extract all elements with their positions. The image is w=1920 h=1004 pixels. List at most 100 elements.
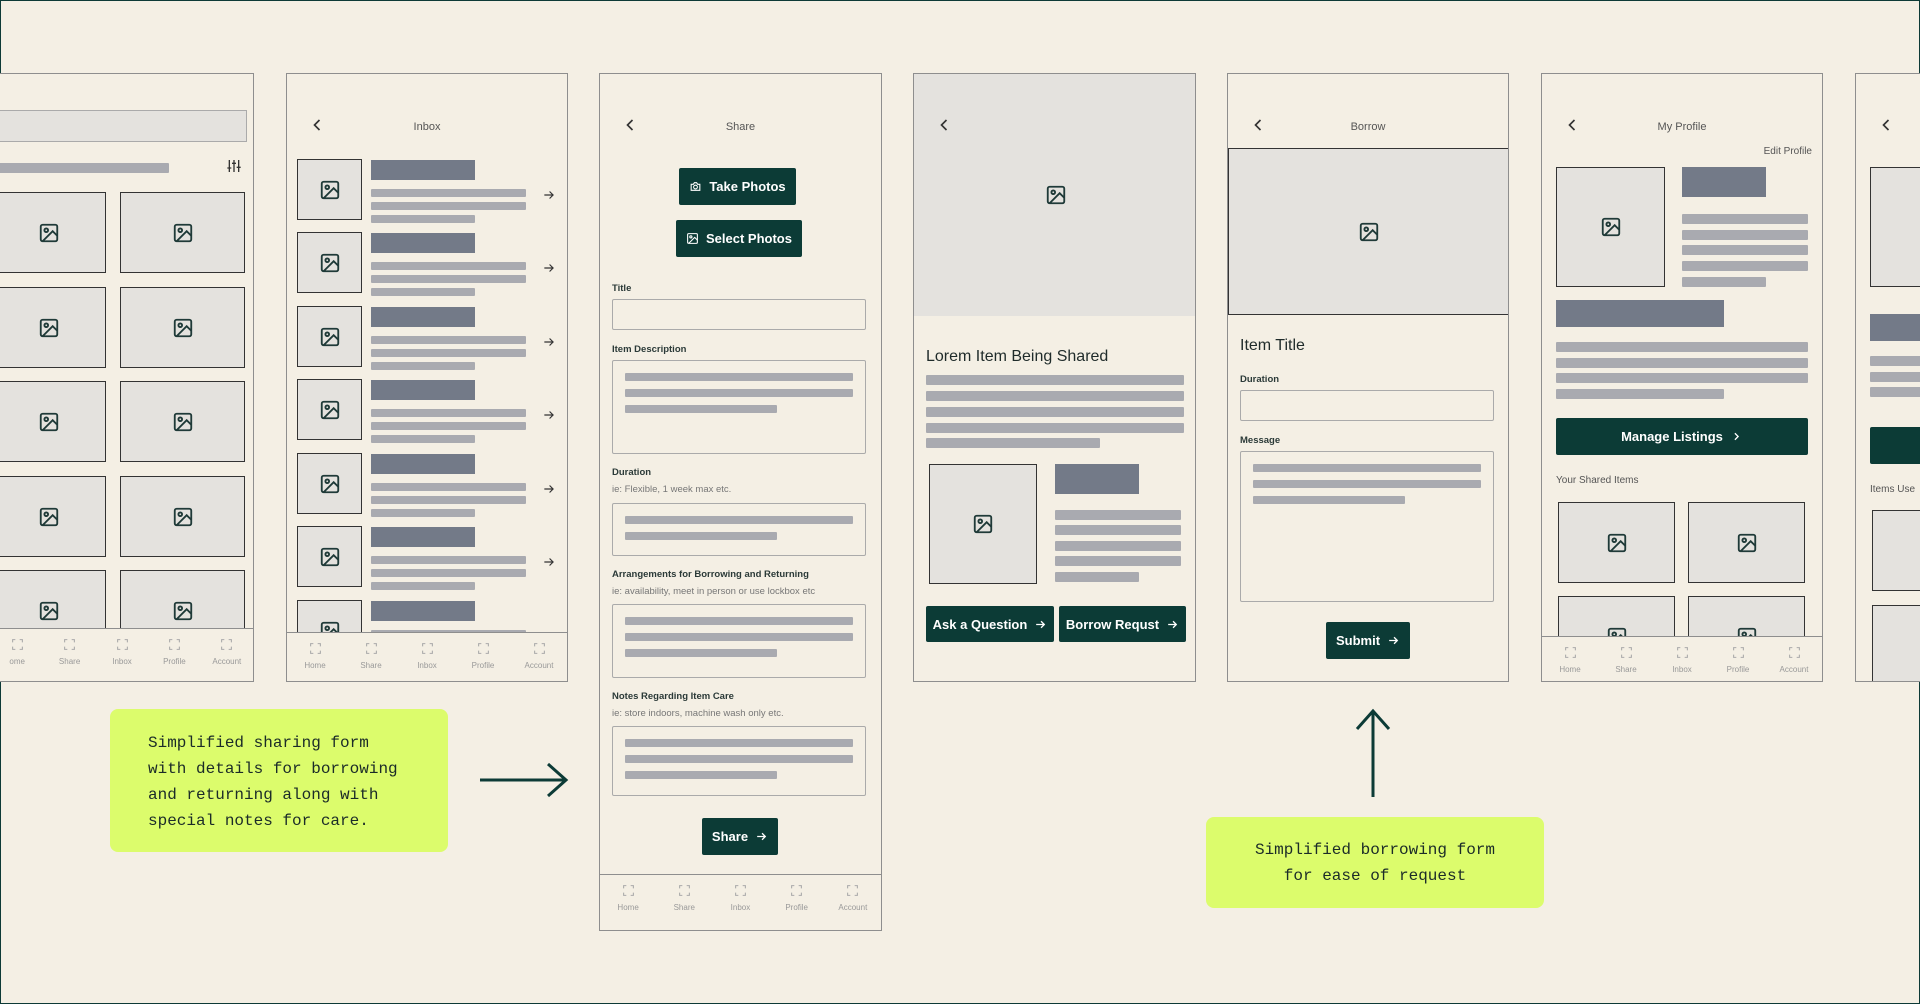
arrow-right-icon[interactable] <box>542 188 556 202</box>
grid-item-image[interactable] <box>0 287 106 368</box>
item-care-input[interactable] <box>612 726 866 796</box>
take-photos-button[interactable]: Take Photos <box>679 168 796 205</box>
grid-item-image[interactable] <box>120 381 245 462</box>
shared-item-image[interactable] <box>1558 502 1675 583</box>
tab-profile[interactable]: Profile <box>1711 637 1766 681</box>
image-icon <box>319 399 341 421</box>
arrow-right-icon[interactable] <box>542 261 556 275</box>
text-line <box>625 739 853 747</box>
tab-label: Profile <box>785 903 808 912</box>
image-icon <box>319 252 341 274</box>
grid-item-image[interactable] <box>120 476 245 557</box>
arrow-right-icon[interactable] <box>542 555 556 569</box>
grid-item-image[interactable] <box>0 381 106 462</box>
grid-item-image[interactable] <box>0 476 106 557</box>
item-image[interactable] <box>1872 605 1920 681</box>
ask-question-button[interactable]: Ask a Question <box>926 606 1054 642</box>
tab-label: Account <box>838 903 868 912</box>
submit-button[interactable]: Submit <box>1326 622 1410 659</box>
text-line <box>625 649 777 657</box>
tab-home[interactable]: Home <box>601 875 656 930</box>
duration-input[interactable] <box>1240 390 1494 421</box>
borrow-request-button[interactable]: Borrow Requst <box>1059 606 1186 642</box>
image-icon <box>686 232 699 245</box>
hero-image[interactable] <box>914 74 1195 316</box>
duration-input[interactable] <box>612 503 866 556</box>
grid-item-image[interactable] <box>120 287 245 368</box>
tab-icon <box>63 638 76 651</box>
tab-icon <box>1676 646 1689 659</box>
arrow-right-icon[interactable] <box>542 335 556 349</box>
message-input[interactable] <box>1240 451 1494 602</box>
tab-inbox[interactable]: Inbox <box>1655 637 1710 681</box>
owner-image[interactable] <box>929 464 1037 584</box>
arrow-right-icon[interactable] <box>542 482 556 496</box>
note-line: for ease of request <box>1283 867 1467 885</box>
profile-name-bar <box>1682 167 1766 197</box>
inbox-row[interactable] <box>287 526 568 590</box>
message-thumbnail <box>297 232 362 293</box>
share-screen: Share Take Photos Select Photos Title It… <box>599 73 882 931</box>
manage-listings-button[interactable]: Manage Listings <box>1556 418 1808 455</box>
tab-profile[interactable]: Profile <box>456 633 511 681</box>
item-description-input[interactable] <box>612 360 866 454</box>
tab-inbox[interactable]: Inbox <box>713 875 768 930</box>
text-line <box>371 422 526 430</box>
tab-share[interactable]: Share <box>43 629 95 681</box>
grid-item-image[interactable] <box>0 192 106 273</box>
inbox-row[interactable] <box>287 232 568 296</box>
item-image[interactable] <box>1872 510 1920 591</box>
tab-label: Share <box>360 661 382 670</box>
tab-inbox[interactable]: Inbox <box>96 629 148 681</box>
image-icon <box>38 317 60 339</box>
title-input[interactable] <box>612 299 866 330</box>
tab-profile[interactable]: Profile <box>148 629 200 681</box>
tab-label: Account <box>524 661 554 670</box>
image-icon <box>172 411 194 433</box>
inbox-row[interactable] <box>287 379 568 443</box>
back-arrow-icon[interactable] <box>1876 115 1896 135</box>
tab-home[interactable]: ome <box>0 629 43 681</box>
tab-account[interactable]: Account <box>512 633 567 681</box>
image-icon <box>319 179 341 201</box>
tab-account[interactable]: Account <box>201 629 253 681</box>
tab-account[interactable]: Account <box>1767 637 1822 681</box>
tab-share[interactable]: Share <box>657 875 712 930</box>
button-label: Submit <box>1335 633 1381 648</box>
tab-share[interactable]: Share <box>344 633 399 681</box>
title-label: Title <box>612 283 632 294</box>
item-image[interactable] <box>1870 167 1920 287</box>
inbox-row[interactable] <box>287 453 568 517</box>
inbox-row[interactable] <box>287 306 568 370</box>
arrangements-input[interactable] <box>612 604 866 678</box>
edit-profile-link[interactable]: Edit Profile <box>1764 146 1812 157</box>
text-line <box>371 362 475 370</box>
grid-item-image[interactable] <box>120 192 245 273</box>
tab-label: Inbox <box>1672 665 1692 674</box>
sender-name-bar <box>371 601 475 621</box>
text-line <box>371 202 526 210</box>
text-line <box>371 409 526 417</box>
tab-home[interactable]: Home <box>288 633 343 681</box>
text-line <box>1870 372 1920 382</box>
tab-account[interactable]: Account <box>825 875 880 930</box>
select-photos-button[interactable]: Select Photos <box>676 220 802 257</box>
tab-label: Account <box>212 657 242 666</box>
filter-sliders-icon[interactable] <box>226 158 242 174</box>
share-button[interactable]: Share <box>702 818 778 855</box>
tab-icon <box>220 638 233 651</box>
duration-label: Duration <box>1240 374 1280 385</box>
tab-share[interactable]: Share <box>1599 637 1654 681</box>
search-bar[interactable] <box>0 110 247 142</box>
arrow-right-icon[interactable] <box>542 408 556 422</box>
inbox-row[interactable] <box>287 159 568 223</box>
tab-home[interactable]: Home <box>1543 637 1598 681</box>
tab-label: Inbox <box>417 661 437 670</box>
back-arrow-icon[interactable] <box>934 115 954 135</box>
shared-item-image[interactable] <box>1688 502 1805 583</box>
tab-profile[interactable]: Profile <box>769 875 824 930</box>
profile-photo[interactable] <box>1556 167 1665 287</box>
item-image[interactable] <box>1228 148 1508 315</box>
tab-inbox[interactable]: Inbox <box>400 633 455 681</box>
action-button[interactable] <box>1870 427 1920 464</box>
